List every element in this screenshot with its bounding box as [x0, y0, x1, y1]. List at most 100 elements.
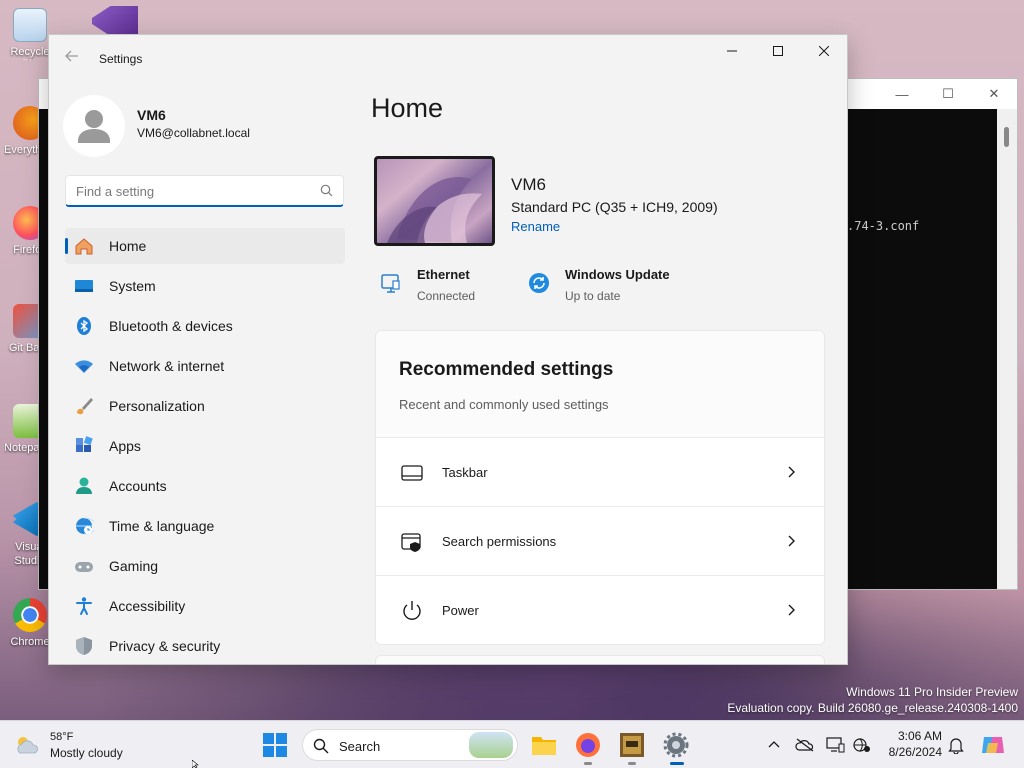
nav-item-bluetooth[interactable]: Bluetooth & devices — [65, 308, 345, 344]
find-setting-search[interactable] — [65, 175, 344, 207]
home-page: Home VM6 Standard PC (Q35 + ICH9, 2009) … — [371, 35, 847, 664]
back-arrow-icon[interactable] — [65, 49, 81, 65]
profile-email: VM6@collabnet.local — [137, 126, 250, 140]
bluetooth-icon — [74, 316, 94, 336]
recommended-item-taskbar[interactable]: Taskbar — [376, 437, 824, 506]
nav-item-privacy-security[interactable]: Privacy & security — [65, 628, 345, 664]
status-subtitle: Up to date — [565, 289, 621, 303]
nav-item-gaming[interactable]: Gaming — [65, 548, 345, 584]
taskbar-search[interactable]: Search — [302, 729, 518, 761]
brush-icon — [74, 396, 94, 416]
nav-item-accounts[interactable]: Accounts — [65, 468, 345, 504]
monitor-icon — [826, 737, 845, 753]
copilot-pre-icon — [982, 737, 1004, 753]
chevron-right-icon — [786, 531, 798, 551]
display-tray-button[interactable] — [826, 735, 846, 755]
window-title: Settings — [99, 52, 143, 66]
shield-icon — [74, 636, 94, 656]
nav-item-network[interactable]: Network & internet — [65, 348, 345, 384]
nav-label: Privacy & security — [109, 638, 221, 654]
taskbar: 58°F Mostly cloudy Search 3:06 AM 8/26/2… — [0, 720, 1024, 768]
search-label: Search — [339, 739, 381, 754]
system-clock[interactable]: 3:06 AM 8/26/2024 — [889, 728, 942, 760]
recommended-item-power[interactable]: Power — [376, 575, 824, 644]
status-subtitle: Connected — [417, 289, 476, 303]
console-minimize-button[interactable]: — — [879, 87, 925, 102]
device-wallpaper-thumbnail[interactable] — [374, 156, 495, 246]
weather-temperature: 58°F — [50, 731, 74, 743]
weather-condition: Mostly cloudy — [50, 746, 123, 760]
nav-label: Gaming — [109, 558, 159, 574]
recommended-item-search-permissions[interactable]: Search permissions — [376, 506, 824, 575]
watermark-line-2: Evaluation copy. Build 26080.ge_release.… — [727, 701, 1018, 715]
search-icon — [313, 738, 329, 759]
cloudy-weather-icon — [14, 733, 42, 757]
search-input[interactable] — [76, 182, 306, 200]
console-maximize-button[interactable]: ☐ — [925, 86, 971, 102]
console-scrollbar[interactable] — [997, 109, 1017, 589]
search-icon — [320, 184, 333, 202]
profile-name: VM6 — [137, 107, 166, 123]
recommended-title: Recommended settings — [399, 359, 614, 380]
nav-item-system[interactable]: System — [65, 268, 345, 304]
rename-link[interactable]: Rename — [511, 219, 560, 234]
console-close-button[interactable]: ✕ — [971, 86, 1017, 102]
nav-item-accessibility[interactable]: Accessibility — [65, 588, 345, 624]
system-icon — [74, 276, 94, 296]
nav-label: Accessibility — [109, 598, 186, 614]
recommended-header: Recommended settings Recent and commonly… — [376, 331, 824, 437]
copilot-button[interactable] — [980, 732, 1006, 758]
nav-label: System — [109, 278, 156, 294]
nav-label: Apps — [109, 438, 141, 454]
visual-studio-icon[interactable] — [92, 6, 138, 36]
taskbar-icon — [400, 461, 424, 485]
dosbox-taskbar-button[interactable] — [616, 729, 648, 765]
apps-icon — [74, 436, 94, 456]
avatar[interactable] — [63, 95, 125, 157]
console-scrollbar-thumb[interactable] — [1004, 127, 1009, 147]
console-text-line: .74-3.conf — [847, 219, 920, 233]
firefox-icon — [576, 733, 600, 757]
settings-nav: Home System Bluetooth & devices Network … — [65, 228, 345, 664]
person-avatar-icon — [78, 110, 110, 143]
nav-item-personalization[interactable]: Personalization — [65, 388, 345, 424]
mouse-cursor-icon — [192, 760, 199, 768]
cloud-offline-icon — [795, 738, 814, 752]
cloud-offline-tray-button[interactable] — [795, 735, 815, 755]
recommended-settings-card: Recommended settings Recent and commonly… — [375, 330, 825, 645]
show-hidden-icons-button[interactable] — [764, 735, 784, 755]
settings-window: Settings VM6 VM6@collabnet.local Find a … — [48, 34, 848, 665]
search-highlight-art-icon — [469, 732, 513, 758]
running-indicator — [584, 762, 592, 765]
globe-icon — [74, 516, 94, 536]
power-icon — [400, 599, 424, 623]
file-explorer-button[interactable] — [528, 729, 560, 761]
watermark-line-1: Windows 11 Pro Insider Preview — [846, 685, 1018, 699]
nav-item-home[interactable]: Home — [65, 228, 345, 264]
windows-logo-icon — [263, 733, 287, 757]
sync-icon — [527, 271, 551, 295]
network-tray-button[interactable] — [852, 735, 872, 755]
nav-item-time-language[interactable]: Time & language — [65, 508, 345, 544]
device-model: Standard PC (Q35 + ICH9, 2009) — [511, 199, 718, 215]
firefox-taskbar-button[interactable] — [572, 729, 604, 765]
search-permissions-icon — [400, 530, 424, 554]
folder-icon — [532, 737, 556, 755]
person-icon — [74, 476, 94, 496]
start-button[interactable] — [262, 732, 288, 758]
recycle-bin-icon — [13, 8, 47, 42]
clock-time: 3:06 AM — [897, 729, 942, 743]
notifications-button[interactable] — [946, 735, 966, 755]
settings-taskbar-button[interactable] — [660, 729, 692, 765]
nav-label: Personalization — [109, 398, 205, 414]
page-title: Home — [371, 93, 444, 123]
next-card-partial — [375, 655, 825, 664]
nav-label: Home — [109, 238, 147, 254]
nav-label: Network & internet — [109, 358, 225, 374]
evaluation-watermark: Windows 11 Pro Insider Preview Evaluatio… — [727, 684, 1018, 716]
wifi-icon — [74, 356, 94, 376]
nav-item-apps[interactable]: Apps — [65, 428, 345, 464]
chevron-up-icon — [768, 741, 780, 748]
nav-label: Accounts — [109, 478, 167, 494]
device-name: VM6 — [511, 175, 546, 194]
